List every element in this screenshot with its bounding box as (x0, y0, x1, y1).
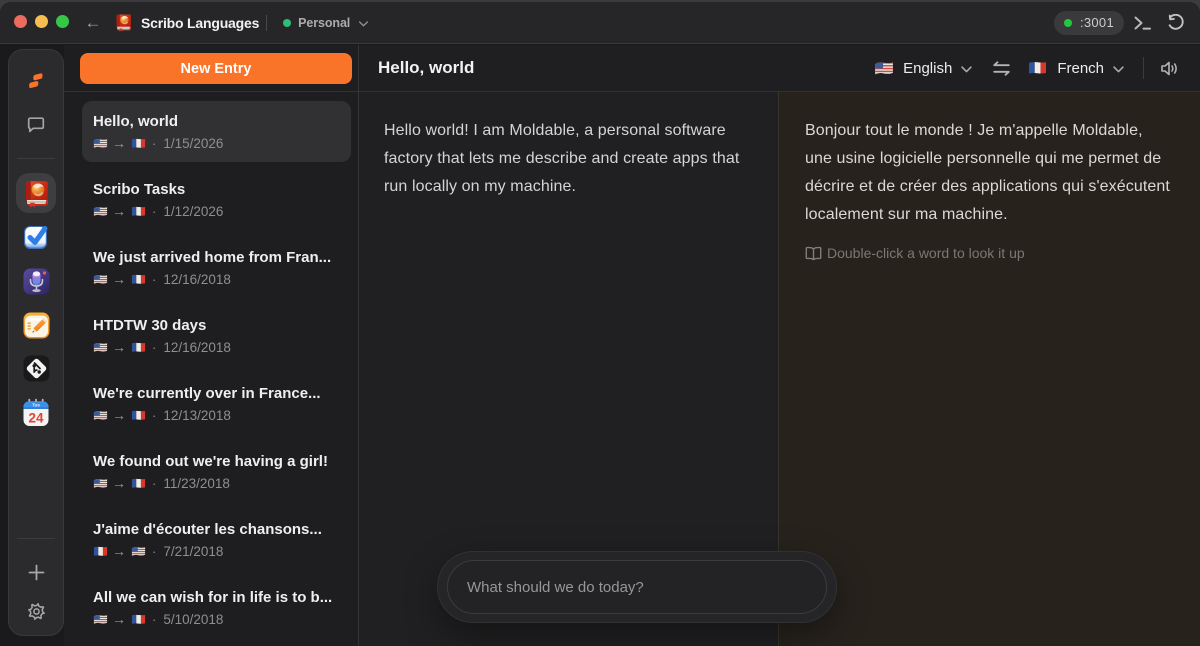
svg-text:Tue: Tue (32, 403, 40, 408)
svg-text:24: 24 (28, 411, 44, 426)
